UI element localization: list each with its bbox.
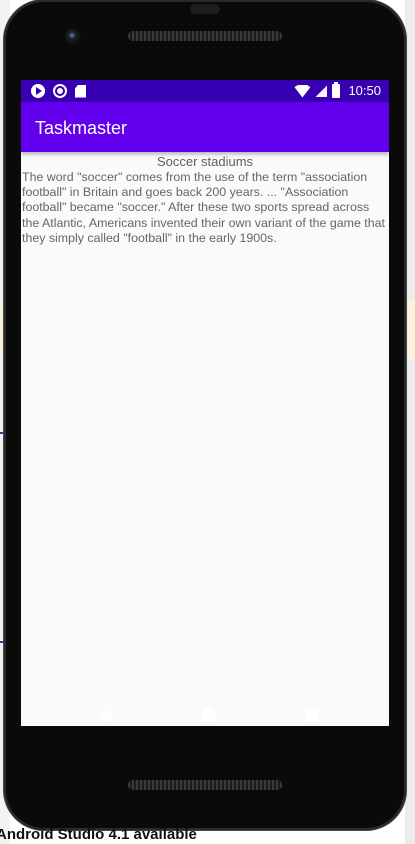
task-description: The word "soccer" comes from the use of … (22, 170, 385, 245)
navigation-bar (21, 694, 389, 738)
front-camera-icon (65, 29, 81, 45)
task-detail: Soccer stadiums The word "soccer" comes … (21, 153, 389, 246)
device-screen: 10:50 Taskmaster Soccer stadiums The wor… (21, 80, 389, 726)
top-bezel (4, 0, 406, 80)
back-icon[interactable] (98, 708, 114, 724)
app-title: Taskmaster (35, 118, 128, 138)
top-sensor-slot (190, 4, 220, 14)
desktop-right-edge (405, 0, 415, 844)
sync-circle-icon (53, 84, 67, 98)
status-clock: 10:50 (348, 83, 381, 98)
phone-frame: 10:50 Taskmaster Soccer stadiums The wor… (4, 0, 406, 830)
cellular-signal-icon (315, 85, 328, 97)
recents-icon[interactable] (305, 709, 318, 722)
battery-icon (332, 82, 341, 98)
ide-update-notification[interactable]: Android Studio 4.1 available (0, 826, 415, 844)
app-bar: Taskmaster (21, 102, 389, 152)
play-protect-icon (31, 84, 45, 98)
task-title: Soccer stadiums (156, 154, 254, 169)
sd-card-icon (75, 84, 86, 98)
bottom-speaker-grille (128, 780, 282, 790)
home-icon[interactable] (201, 708, 216, 723)
desktop-highlight (407, 300, 415, 360)
status-bar: 10:50 (21, 80, 389, 102)
status-system-icons: 10:50 (294, 82, 381, 99)
wifi-icon (294, 84, 311, 98)
emulator-stage: 10:50 Taskmaster Soccer stadiums The wor… (0, 0, 415, 844)
status-notification-icons (31, 84, 86, 98)
earpiece-speaker (128, 31, 282, 41)
